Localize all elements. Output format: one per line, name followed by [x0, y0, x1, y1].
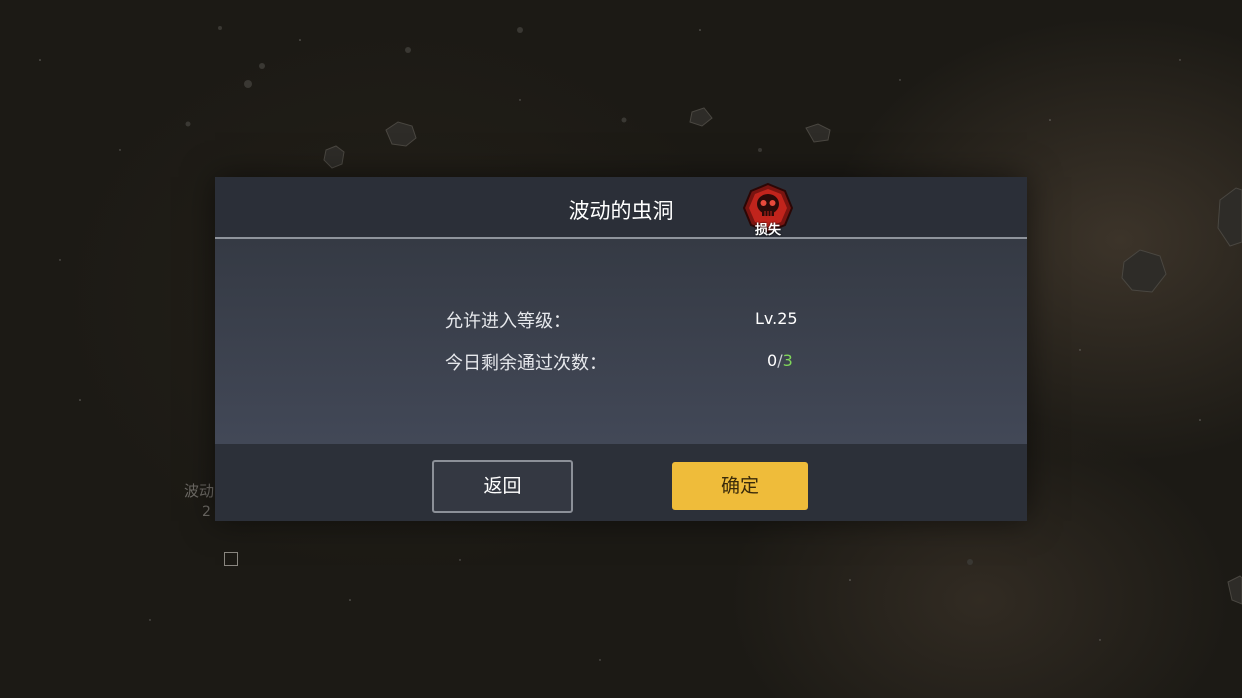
dialog-footer: 返回 确定 [215, 444, 1027, 521]
dialog-header: 波动的虫洞 损失 [215, 177, 1027, 239]
entry-level-label: 允许进入等级： [445, 311, 571, 332]
loss-badge-label: 损失 [754, 223, 781, 238]
dialog-body: 允许进入等级： Lv.25 今日剩余通过次数： 0/3 [215, 239, 1027, 444]
dialog-title: 波动的虫洞 [568, 199, 674, 223]
entry-level-value: Lv.25 [755, 309, 798, 328]
back-button[interactable]: 返回 [432, 460, 573, 513]
background-checkbox[interactable] [224, 552, 238, 566]
entry-level-row: 允许进入等级： Lv.25 [215, 307, 1027, 335]
remaining-passes-value: 0/3 [767, 351, 793, 370]
remaining-passes-total: 3 [782, 351, 793, 370]
loss-badge: 损失 [741, 182, 795, 238]
wormhole-dialog: 波动的虫洞 损失 允许进入等级： Lv.25 今日剩余通过次数： 0/3 返回 … [215, 177, 1027, 521]
remaining-passes-label: 今日剩余通过次数： [445, 353, 607, 374]
confirm-button[interactable]: 确定 [672, 462, 808, 510]
remaining-passes-row: 今日剩余通过次数： 0/3 [215, 349, 1027, 377]
remaining-passes-current: 0 [767, 351, 778, 370]
background-node-sub: 2 [202, 504, 211, 520]
